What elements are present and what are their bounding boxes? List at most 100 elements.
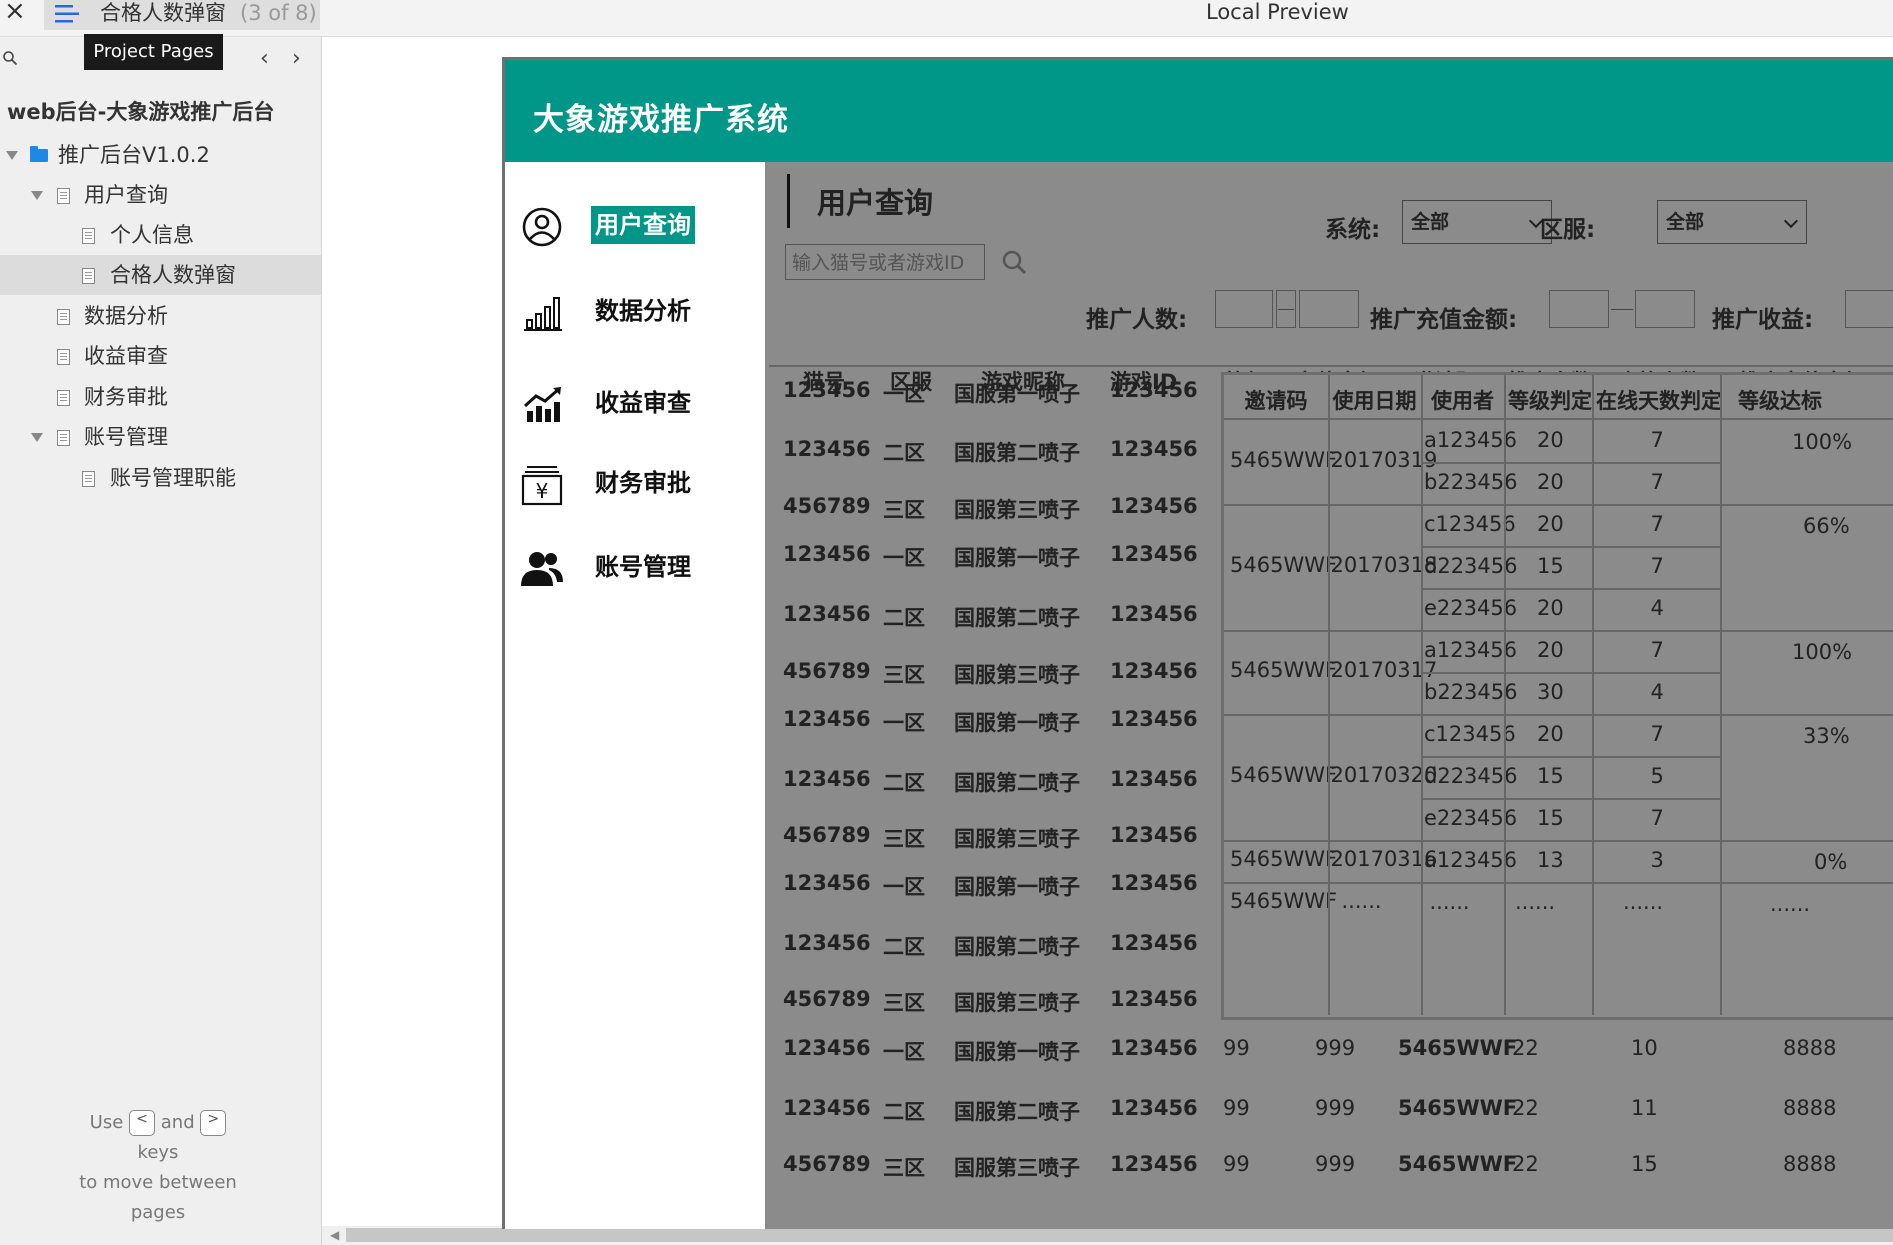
popup-row-divider xyxy=(1421,756,1720,758)
page-icon xyxy=(82,471,95,487)
next-page-button[interactable]: › xyxy=(292,46,301,71)
users-icon xyxy=(521,552,563,586)
folder-icon xyxy=(30,146,48,162)
cell-promo-count: 22 xyxy=(1512,1152,1539,1176)
cell-game-id: 123456 xyxy=(1110,871,1198,895)
popup-cell-level-check: 20 xyxy=(1537,512,1564,536)
tree-item-label: 个人信息 xyxy=(110,223,194,247)
popup-cell-online-check: ...... xyxy=(1623,890,1664,914)
user-circle-icon xyxy=(522,207,562,247)
cell-cat-id: 123456 xyxy=(783,1036,871,1060)
cell-cat-id: 456789 xyxy=(783,494,871,518)
tree-item-label: 数据分析 xyxy=(84,304,168,328)
popup-cell-user: c123456 xyxy=(1424,722,1516,746)
cell-game-id: 123456 xyxy=(1110,542,1198,566)
popup-col-header: 等级判定 xyxy=(1508,389,1592,413)
system-select[interactable]: 全部 xyxy=(1402,200,1552,244)
menu-icon[interactable] xyxy=(54,2,80,26)
tree-item-folder-promo-backend[interactable]: 推广后台V1.0.2 xyxy=(0,135,321,175)
popup-cell-level-check: 20 xyxy=(1537,638,1564,662)
cell-cat-id: 123456 xyxy=(783,767,871,791)
hint-text: pages xyxy=(130,1202,186,1223)
popup-cell-level-check: 20 xyxy=(1537,470,1564,494)
cell-nickname: 国服第一喷子 xyxy=(954,382,1080,406)
tree-item-finance-approval[interactable]: 财务审批 xyxy=(0,377,321,417)
cell-nickname: 国服第二喷子 xyxy=(954,606,1080,630)
expand-triangle-icon[interactable] xyxy=(31,433,43,442)
popup-row-divider xyxy=(1421,546,1720,548)
popup-cell-online-check: 7 xyxy=(1650,512,1664,536)
cell-cat-id: 123456 xyxy=(783,378,871,402)
promo-income-min-input[interactable] xyxy=(1845,290,1893,328)
popup-cell-date: ...... xyxy=(1341,889,1382,913)
tree-item-data-analysis[interactable]: 数据分析 xyxy=(0,296,321,336)
nav-item-account-management[interactable]: 账号管理 xyxy=(505,538,765,598)
cell-recharge: 999 xyxy=(1315,1152,1356,1176)
cell-promo-count: 22 xyxy=(1512,1036,1539,1060)
search-icon[interactable] xyxy=(1000,248,1028,276)
tree-item-qualified-popup[interactable]: 合格人数弹窗 xyxy=(0,255,321,295)
cell-region: 一区 xyxy=(883,711,925,735)
expand-triangle-icon[interactable] xyxy=(6,151,18,160)
search-icon[interactable] xyxy=(2,50,18,66)
cell-region: 二区 xyxy=(883,935,925,959)
popup-cell-user: c123456 xyxy=(1424,512,1516,536)
tree-item-user-query[interactable]: 用户查询 xyxy=(0,175,321,215)
select-value: 全部 xyxy=(1666,211,1705,233)
cell-game-id: 123456 xyxy=(1110,1036,1198,1060)
cell-promo-amount: 8888 xyxy=(1783,1152,1837,1176)
scroll-left-icon[interactable]: ◀ xyxy=(330,1228,339,1242)
promo-amount-max-input[interactable] xyxy=(1635,290,1695,328)
popup-cell-level-check: 20 xyxy=(1537,722,1564,746)
hint-text: to move between xyxy=(79,1172,237,1193)
popup-cell-rate: 100% xyxy=(1792,430,1853,454)
cell-region: 三区 xyxy=(883,498,925,522)
expand-triangle-icon[interactable] xyxy=(31,191,43,200)
tree-item-account-management[interactable]: 账号管理 xyxy=(0,417,321,457)
nav-item-finance-approval[interactable]: ¥ 财务审批 xyxy=(505,454,765,514)
tree-item-label: 收益审查 xyxy=(84,344,168,368)
cell-cat-id: 123456 xyxy=(783,542,871,566)
close-icon[interactable]: × xyxy=(4,0,26,24)
cell-cat-id: 123456 xyxy=(783,437,871,461)
cell-nickname: 国服第一喷子 xyxy=(954,1040,1080,1064)
cell-region: 三区 xyxy=(883,991,925,1015)
popup-cell-online-check: 3 xyxy=(1650,848,1664,872)
page-icon xyxy=(57,349,70,365)
popup-cell-code: 5465WWF xyxy=(1230,763,1338,787)
promo-count-label: 推广人数: xyxy=(1086,307,1188,333)
promo-amount-min-input[interactable] xyxy=(1549,290,1609,328)
cell-region: 二区 xyxy=(883,1100,925,1124)
promo-count-min-input[interactable] xyxy=(1215,290,1273,328)
cell-game-id: 123456 xyxy=(1110,987,1198,1011)
popup-group-divider xyxy=(1224,714,1893,716)
nav-item-income-review[interactable]: 收益审查 xyxy=(505,374,765,434)
cell-game-id: 123456 xyxy=(1110,707,1198,731)
cell-cat-id: 456789 xyxy=(783,987,871,1011)
popup-cell-level-check: 15 xyxy=(1537,764,1564,788)
tree-item-account-functions[interactable]: 账号管理职能 xyxy=(0,458,321,498)
tree-item-label: 账号管理职能 xyxy=(110,466,236,490)
tree-item-income-review[interactable]: 收益审查 xyxy=(0,336,321,376)
prev-page-button[interactable]: ‹ xyxy=(260,46,269,71)
nav-item-data-analysis[interactable]: 数据分析 xyxy=(505,282,765,342)
popup-group-divider xyxy=(1224,504,1893,506)
scrollbar-thumb[interactable] xyxy=(346,1228,1893,1242)
tree-item-personal-info[interactable]: 个人信息 xyxy=(0,215,321,255)
cell-region: 三区 xyxy=(883,663,925,687)
popup-cell-online-check: 5 xyxy=(1650,764,1664,788)
popup-cell-rate: ...... xyxy=(1770,892,1811,916)
page-title: 合格人数弹窗 (3 of 8) xyxy=(100,1,317,25)
nav-item-user-query[interactable]: 用户查询 xyxy=(505,196,765,256)
cell-region: 一区 xyxy=(883,382,925,406)
cell-game-id: 123456 xyxy=(1110,494,1198,518)
promo-count-max-input[interactable] xyxy=(1299,290,1359,328)
search-input[interactable]: 输入猫号或者游戏ID xyxy=(785,244,985,280)
cell-game-id: 123456 xyxy=(1110,1096,1198,1120)
app-title: 大象游戏推广系统 xyxy=(533,102,789,138)
header-divider xyxy=(769,365,1893,367)
region-filter-label: 区服: xyxy=(1540,217,1596,243)
popup-cell-level-check: 20 xyxy=(1537,428,1564,452)
region-select[interactable]: 全部 xyxy=(1657,200,1807,244)
popup-group-divider xyxy=(1224,840,1893,842)
